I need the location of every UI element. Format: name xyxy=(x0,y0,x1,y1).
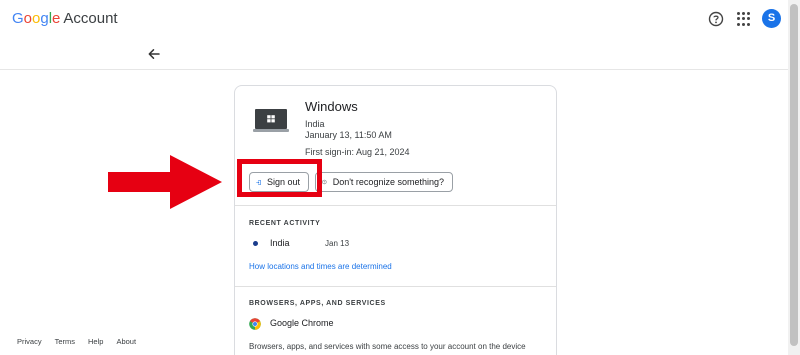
highlight-box xyxy=(237,159,322,197)
scrollbar-thumb[interactable] xyxy=(790,4,798,346)
help-icon[interactable] xyxy=(708,11,724,27)
activity-dot xyxy=(253,241,258,246)
section-divider xyxy=(235,205,556,206)
footer-link-privacy[interactable]: Privacy xyxy=(17,337,42,346)
footer-link-terms[interactable]: Terms xyxy=(55,337,75,346)
footer-link-help[interactable]: Help xyxy=(88,337,103,346)
device-first-signin: First sign-in: Aug 21, 2024 xyxy=(305,147,410,157)
chrome-label[interactable]: Google Chrome xyxy=(270,318,334,328)
footer-link-about[interactable]: About xyxy=(116,337,136,346)
recent-activity-heading: RECENT ACTIVITY xyxy=(249,220,321,227)
device-location: India xyxy=(305,119,325,129)
device-last-seen: January 13, 11:50 AM xyxy=(305,130,392,140)
section-divider xyxy=(235,286,556,287)
avatar[interactable]: S xyxy=(762,9,781,28)
header-divider xyxy=(0,69,800,70)
red-arrow-annotation xyxy=(108,155,222,209)
question-icon xyxy=(322,179,327,185)
activity-location: India xyxy=(270,238,290,248)
dont-recognize-label: Don't recognize something? xyxy=(332,177,444,187)
activity-date: Jan 13 xyxy=(325,239,350,248)
scrollbar[interactable] xyxy=(788,0,800,355)
laptop-icon xyxy=(253,109,289,132)
device-name: Windows xyxy=(305,99,358,114)
locations-times-link[interactable]: How locations and times are determined xyxy=(249,262,392,271)
apps-grid-icon[interactable] xyxy=(737,12,751,26)
back-arrow-icon[interactable] xyxy=(147,47,161,61)
dont-recognize-button[interactable]: Don't recognize something? xyxy=(315,172,453,192)
google-account-logo[interactable]: Google Account xyxy=(12,10,118,27)
services-description: Browsers, apps, and services with some a… xyxy=(249,342,526,351)
services-heading: BROWSERS, APPS, AND SERVICES xyxy=(249,300,386,307)
footer: Privacy Terms Help About xyxy=(17,337,136,346)
brand-word: Account xyxy=(63,10,118,27)
chrome-icon xyxy=(249,318,261,330)
top-bar: Google Account S xyxy=(0,0,787,38)
device-card: Windows India January 13, 11:50 AM First… xyxy=(234,85,557,355)
